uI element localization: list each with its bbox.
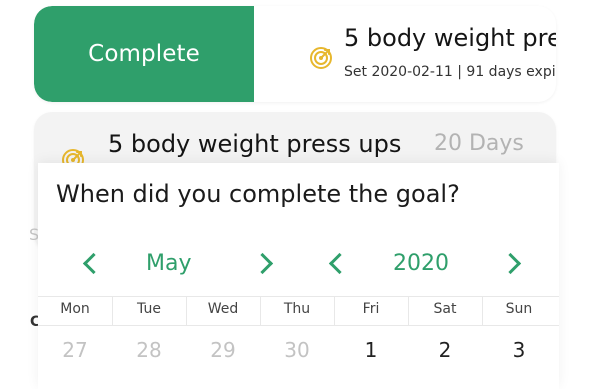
weekday-mon: Mon <box>60 301 90 317</box>
goal-subtitle-top: Set 2020-02-11 | 91 days expired <box>344 64 556 80</box>
goal-duration-badge: 20 Days <box>434 131 524 156</box>
calendar-day-1[interactable]: 1 <box>334 338 408 362</box>
calendar-day-3[interactable]: 3 <box>482 338 556 362</box>
calendar-day-30[interactable]: 30 <box>260 338 334 362</box>
calendar-first-week: 27 28 29 30 1 2 3 <box>38 338 559 378</box>
goal-title-top: 5 body weight press ups <box>344 24 556 52</box>
chevron-right-icon <box>251 252 273 274</box>
complete-button[interactable]: Complete <box>34 6 254 102</box>
next-month-button[interactable] <box>250 249 278 277</box>
weekday-sun: Sun <box>505 301 533 317</box>
goal-card-top-content[interactable]: 5 body weight press ups Set 2020-02-11 |… <box>254 6 556 102</box>
previous-year-button[interactable] <box>322 249 350 277</box>
chevron-right-icon <box>499 252 521 274</box>
weekday-tue: Tue <box>137 301 161 317</box>
weekday-fri: Fri <box>362 301 380 317</box>
weekday-sat: Sat <box>433 301 457 317</box>
next-year-button[interactable] <box>498 249 526 277</box>
weekday-wed: Wed <box>207 301 239 317</box>
completion-date-picker: When did you complete the goal? May 2020… <box>38 163 559 389</box>
goal-card-top[interactable]: Complete 5 body weight press ups Set 202… <box>34 6 556 102</box>
calendar-day-28[interactable]: 28 <box>112 338 186 362</box>
calendar-day-2[interactable]: 2 <box>408 338 482 362</box>
goal-completion-screen: Complete 5 body weight press ups Set 202… <box>0 0 589 389</box>
weekday-thu: Thu <box>283 301 311 317</box>
month-label: May <box>146 251 192 276</box>
target-arrow-icon <box>310 47 332 69</box>
goal-title-second: 5 body weight press ups <box>108 130 402 158</box>
chevron-left-icon <box>82 252 104 274</box>
weekday-header: Mon Tue Wed Thu Fri Sat Sun <box>38 296 559 326</box>
calendar-day-27[interactable]: 27 <box>38 338 112 362</box>
year-label: 2020 <box>393 251 449 276</box>
calendar-question: When did you complete the goal? <box>56 180 460 208</box>
calendar-day-29[interactable]: 29 <box>186 338 260 362</box>
previous-month-button[interactable] <box>76 249 104 277</box>
chevron-left-icon <box>328 252 350 274</box>
